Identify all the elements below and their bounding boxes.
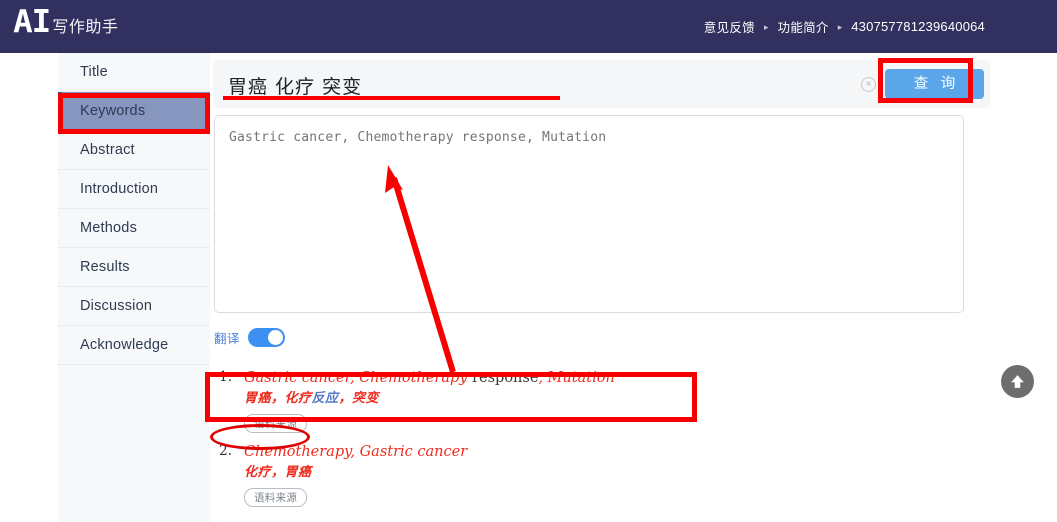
term-plain: response bbox=[467, 370, 539, 386]
term-highlight: 化疗，胃癌 bbox=[244, 465, 312, 480]
result-english-text: Gastric cancer, Chemotherapy response, M… bbox=[244, 368, 615, 388]
sidebar-item-methods[interactable]: Methods bbox=[58, 209, 210, 248]
main-panel: 胃癌 化疗 突变 × 查 询 翻译 1. Gastric cancer, Che… bbox=[210, 53, 1057, 522]
term-separator: , bbox=[349, 370, 360, 386]
result-english-text: Chemotherapy, Gastric cancer bbox=[244, 442, 467, 462]
sidebar-item-acknowledge[interactable]: Acknowledge bbox=[58, 326, 210, 365]
result-chinese-text: 化疗，胃癌 bbox=[244, 462, 467, 484]
toggle-knob bbox=[268, 330, 284, 345]
term-highlight: Chemotherapy bbox=[359, 370, 468, 386]
corpus-source-button[interactable]: 语料来源 bbox=[244, 414, 308, 433]
sidebar-item-results[interactable]: Results bbox=[58, 248, 210, 287]
result-number: 1. bbox=[219, 369, 232, 385]
term-separator: , bbox=[538, 370, 548, 386]
sidebar-item-keywords[interactable]: Keywords bbox=[58, 92, 210, 131]
nav-features-link[interactable]: 功能简介 bbox=[778, 17, 829, 36]
list-item: 2. Chemotherapy, Gastric cancer 化疗，胃癌 语料… bbox=[210, 442, 1010, 507]
sidebar-item-introduction[interactable]: Introduction bbox=[58, 170, 210, 209]
term-plain: 反应 bbox=[311, 391, 339, 406]
result-number: 2. bbox=[219, 443, 232, 459]
logo-subtitle-text: 写作助手 bbox=[52, 17, 119, 36]
results-list: 1. Gastric cancer, Chemotherapy response… bbox=[210, 368, 1010, 516]
result-chinese-text: 胃癌，化疗反应，突变 bbox=[244, 388, 615, 410]
search-bar[interactable]: 胃癌 化疗 突变 × 查 询 bbox=[213, 60, 990, 108]
app-header: AI 写作助手 意见反馈 ▸ 功能简介 ▸ 430757781239640064 bbox=[0, 0, 1057, 53]
logo-ai-text: AI bbox=[13, 4, 51, 40]
corpus-source-button[interactable]: 语料来源 bbox=[244, 488, 308, 507]
term-highlight: Mutation bbox=[547, 370, 615, 386]
scroll-to-top-button[interactable] bbox=[1001, 365, 1034, 398]
chevron-right-icon: ▸ bbox=[837, 22, 843, 32]
sidebar-item-title[interactable]: Title bbox=[58, 53, 210, 92]
translate-toggle[interactable] bbox=[248, 328, 286, 347]
user-id-label[interactable]: 430757781239640064 bbox=[851, 19, 985, 34]
term-highlight: Gastric cancer bbox=[359, 444, 468, 460]
sidebar-item-discussion[interactable]: Discussion bbox=[58, 287, 210, 326]
translate-label: 翻译 bbox=[214, 331, 241, 346]
sidebar-item-abstract[interactable]: Abstract bbox=[58, 131, 210, 170]
term-separator: , bbox=[350, 444, 360, 460]
list-item: 1. Gastric cancer, Chemotherapy response… bbox=[210, 368, 1010, 433]
chevron-right-icon: ▸ bbox=[763, 22, 769, 32]
app-logo: AI 写作助手 bbox=[13, 4, 119, 40]
header-nav: 意见反馈 ▸ 功能简介 ▸ 430757781239640064 bbox=[704, 0, 985, 53]
term-highlight: 胃癌，化疗 bbox=[244, 391, 312, 406]
term-highlight: Chemotherapy bbox=[244, 444, 351, 460]
term-highlight: ，突变 bbox=[338, 391, 380, 406]
query-button[interactable]: 查 询 bbox=[885, 69, 984, 99]
section-sidebar: Title Keywords Abstract Introduction Met… bbox=[58, 53, 210, 522]
clear-icon[interactable]: × bbox=[861, 77, 876, 92]
keywords-textarea[interactable] bbox=[214, 115, 964, 313]
nav-feedback-link[interactable]: 意见反馈 bbox=[704, 17, 755, 36]
term-highlight: Gastric cancer bbox=[244, 370, 350, 386]
arrow-up-icon bbox=[1011, 375, 1024, 388]
translate-toggle-row: 翻译 bbox=[214, 328, 286, 347]
search-input[interactable]: 胃癌 化疗 突变 bbox=[228, 72, 362, 99]
